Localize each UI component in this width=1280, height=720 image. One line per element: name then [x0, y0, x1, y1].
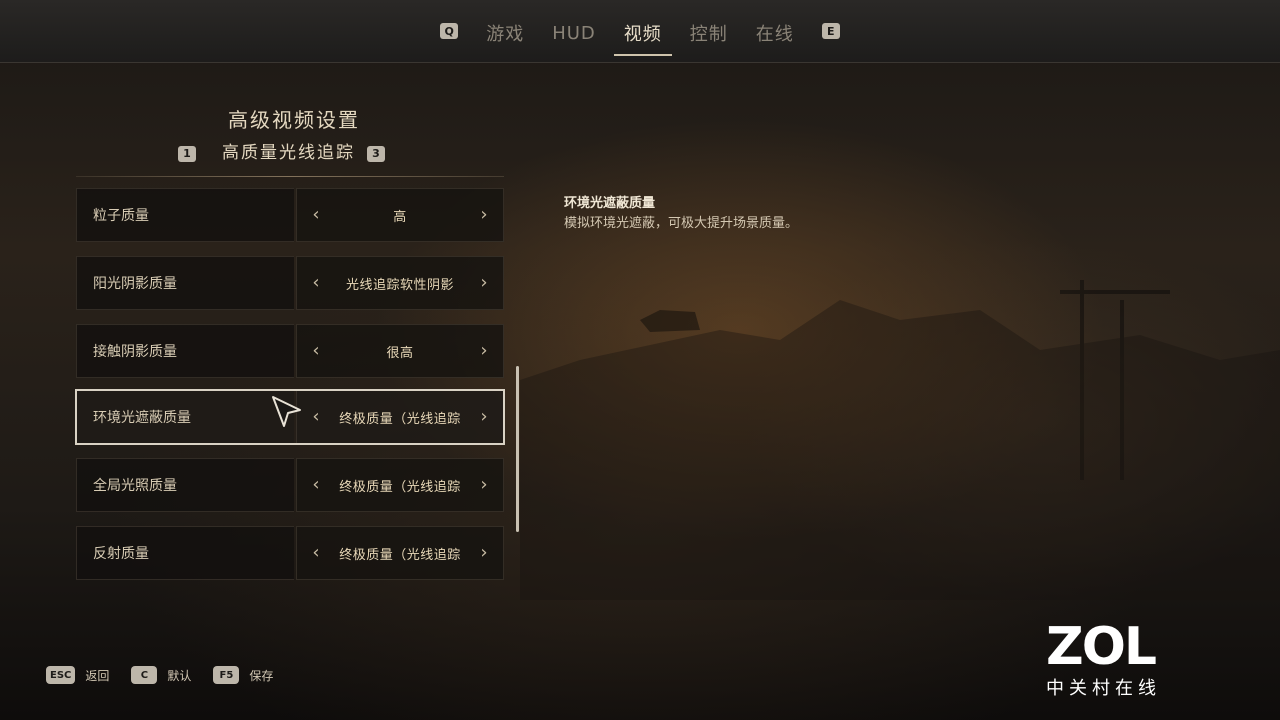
setting-label: 粒子质量	[76, 188, 294, 242]
chevron-right-icon[interactable]: ›	[477, 544, 491, 562]
mouse-pointer-icon	[272, 396, 301, 427]
setting-value-selector: ‹ 终极质量（光线追踪 ›	[296, 526, 504, 580]
setting-value-selector: ‹ 终极质量（光线追踪 ›	[296, 458, 504, 512]
tab-video[interactable]: 视频	[613, 16, 672, 56]
tab-online[interactable]: 在线	[746, 16, 804, 54]
chevron-left-icon[interactable]: ‹	[309, 274, 323, 292]
setting-value: 很高	[386, 345, 414, 361]
section-title: 高级视频设置	[228, 108, 360, 132]
description-text: 模拟环境光遮蔽，可极大提升场景质量。	[564, 216, 799, 231]
chevron-right-icon[interactable]: ›	[477, 274, 491, 292]
c-key-icon: C	[131, 666, 158, 684]
tab-game[interactable]: 游戏	[476, 16, 534, 54]
next-tab-key[interactable]: E	[821, 23, 840, 39]
setting-row-particle-quality[interactable]: 粒子质量 ‹ 高 ›	[76, 188, 504, 242]
setting-value: 高	[393, 209, 407, 225]
chevron-right-icon[interactable]: ›	[477, 206, 491, 224]
chevron-right-icon[interactable]: ›	[477, 408, 491, 426]
setting-label: 接触阴影质量	[76, 324, 294, 378]
chevron-left-icon[interactable]: ‹	[309, 544, 323, 562]
watermark-subtitle: 中关村在线	[1046, 678, 1161, 699]
default-label: 默认	[167, 668, 192, 683]
subsection-switcher: 1 高质量光线追踪 3	[178, 138, 385, 163]
watermark-brand: ZOL	[1046, 617, 1157, 677]
chevron-left-icon[interactable]: ‹	[309, 408, 323, 426]
prev-subsection-key[interactable]: 1	[178, 145, 196, 162]
setting-value: 终极质量（光线追踪	[339, 547, 461, 563]
save-hint[interactable]: F5 保存	[213, 666, 273, 684]
setting-value-selector: ‹ 终极质量（光线追踪 ›	[296, 390, 504, 444]
save-label: 保存	[249, 668, 274, 683]
chevron-left-icon[interactable]: ‹	[309, 342, 323, 360]
tab-controls[interactable]: 控制	[680, 16, 738, 54]
main-tabs: Q 游戏 HUD 视频 控制 在线 E	[0, 14, 1280, 56]
setting-value: 终极质量（光线追踪	[339, 411, 461, 427]
header-divider	[76, 176, 504, 177]
setting-row-reflection-quality[interactable]: 反射质量 ‹ 终极质量（光线追踪 ›	[76, 526, 504, 580]
setting-label: 阳光阴影质量	[76, 256, 294, 310]
description-title: 环境光遮蔽质量	[564, 196, 656, 211]
setting-label: 全局光照质量	[76, 458, 294, 512]
setting-value-selector: ‹ 很高 ›	[296, 324, 504, 378]
subsection-title: 高质量光线追踪	[222, 143, 355, 163]
next-subsection-key[interactable]: 3	[367, 145, 385, 162]
chevron-left-icon[interactable]: ‹	[309, 206, 323, 224]
chevron-right-icon[interactable]: ›	[477, 342, 491, 360]
setting-row-sun-shadow-quality[interactable]: 阳光阴影质量 ‹ 光线追踪软性阴影 ›	[76, 256, 504, 310]
back-hint[interactable]: ESC 返回	[46, 666, 109, 684]
setting-row-global-illumination-quality[interactable]: 全局光照质量 ‹ 终极质量（光线追踪 ›	[76, 458, 504, 512]
setting-value-selector: ‹ 光线追踪软性阴影 ›	[296, 256, 504, 310]
button-hints: ESC 返回 C 默认 F5 保存	[46, 666, 295, 684]
settings-scrollbar[interactable]	[516, 366, 519, 532]
chevron-left-icon[interactable]: ‹	[309, 476, 323, 494]
zol-watermark: ZOL 中关村在线	[1046, 620, 1192, 700]
tab-hud[interactable]: HUD	[542, 19, 606, 52]
setting-label: 环境光遮蔽质量	[76, 390, 294, 444]
prev-tab-key[interactable]: Q	[440, 23, 459, 39]
chevron-right-icon[interactable]: ›	[477, 476, 491, 494]
esc-key-icon: ESC	[46, 666, 76, 684]
setting-value-selector: ‹ 高 ›	[296, 188, 504, 242]
f5-key-icon: F5	[213, 666, 240, 684]
background-scene	[520, 280, 1280, 600]
back-label: 返回	[85, 668, 110, 683]
default-hint[interactable]: C 默认	[131, 666, 191, 684]
top-tab-bar: Q 游戏 HUD 视频 控制 在线 E	[0, 0, 1280, 63]
setting-row-contact-shadow-quality[interactable]: 接触阴影质量 ‹ 很高 ›	[76, 324, 504, 378]
setting-value: 终极质量（光线追踪	[339, 479, 461, 495]
setting-value: 光线追踪软性阴影	[345, 277, 454, 293]
setting-label: 反射质量	[76, 526, 294, 580]
